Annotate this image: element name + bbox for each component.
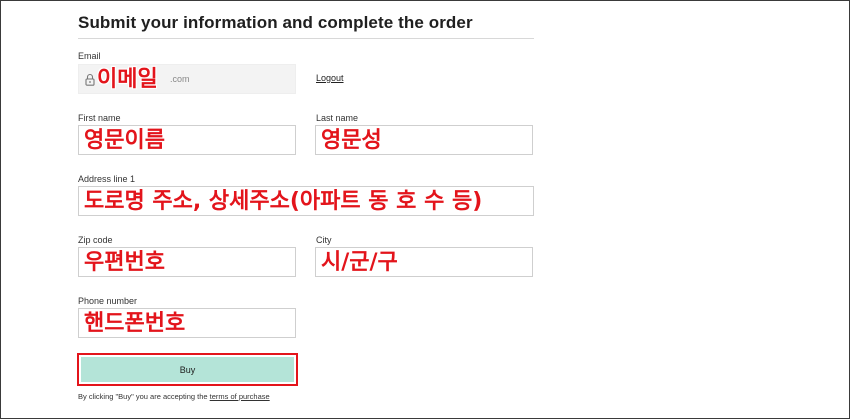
email-value: .com (170, 74, 190, 84)
zip-field[interactable]: 우편번호 (78, 247, 296, 277)
email-annotation: 이메일 (97, 67, 158, 92)
phone-annotation: 핸드폰번호 (84, 311, 186, 336)
last-name-annotation: 영문성 (321, 128, 382, 153)
email-field[interactable]: 이메일 .com (78, 64, 296, 94)
address-annotation: 도로명 주소, 상세주소(아파트 동 호 수 등) (84, 189, 483, 214)
city-annotation: 시/군/구 (321, 250, 398, 275)
address-label: Address line 1 (78, 174, 136, 184)
terms-link[interactable]: terms of purchase (210, 392, 270, 401)
zip-label: Zip code (78, 235, 113, 245)
terms-prefix: By clicking "Buy" you are accepting the (78, 392, 208, 401)
phone-label: Phone number (78, 296, 138, 306)
city-field[interactable]: 시/군/구 (315, 247, 533, 277)
first-name-annotation: 영문이름 (84, 128, 165, 153)
phone-field[interactable]: 핸드폰번호 (78, 308, 296, 338)
divider (78, 38, 534, 39)
zip-annotation: 우편번호 (84, 250, 165, 275)
buy-button[interactable]: Buy (81, 357, 294, 382)
first-name-field[interactable]: 영문이름 (78, 125, 296, 155)
lock-icon (85, 73, 95, 86)
last-name-label: Last name (316, 113, 359, 123)
buy-button-highlight: Buy (77, 353, 298, 386)
first-name-label: First name (78, 113, 121, 123)
email-label: Email (78, 51, 101, 61)
last-name-field[interactable]: 영문성 (315, 125, 533, 155)
city-label: City (316, 235, 332, 245)
terms-note: By clicking "Buy" you are accepting the … (78, 392, 270, 401)
address-field[interactable]: 도로명 주소, 상세주소(아파트 동 호 수 등) (78, 186, 534, 216)
page-title: Submit your information and complete the… (78, 13, 473, 32)
logout-link[interactable]: Logout (316, 73, 344, 83)
